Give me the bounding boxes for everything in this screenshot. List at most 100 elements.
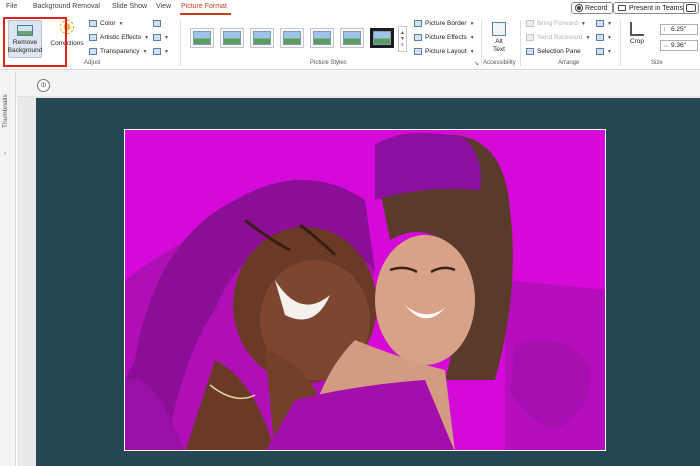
group-divider [481,20,482,66]
arrange-group-label: Arrange [558,60,580,66]
picture-layout-label: Picture Layout [425,48,467,55]
send-backward-label: Send Backward [537,34,583,41]
crop-label: Crop [629,38,645,45]
chevron-down-icon: ▼ [607,20,612,27]
picture-border-label: Picture Border [425,20,467,27]
adjust-group-label: Adjust [84,60,101,66]
size-group-label: Size [651,60,663,66]
transparency-button[interactable]: Transparency ▼ [89,48,147,55]
chevron-right-icon[interactable]: › [4,151,6,157]
reset-picture-icon [153,48,161,55]
reset-picture-button[interactable]: ▼ [153,48,169,55]
artistic-effects-button[interactable]: Artistic Effects ▼ [89,34,149,41]
width-icon: ↔ [663,42,669,49]
transparency-label: Transparency [100,48,140,55]
photo-two-women-laughing [125,130,605,450]
rotate-icon [596,48,604,55]
align-button[interactable]: ▼ [596,20,612,27]
chevron-down-icon: ▼ [585,34,591,41]
tab-background-removal[interactable]: Background Removal [33,3,100,10]
chevron-down-icon: ▼ [580,20,586,27]
rotate-button[interactable]: ▼ [596,48,612,55]
crop-button[interactable]: Crop [626,22,648,46]
picture-style-3[interactable] [250,28,274,48]
chevron-down-icon: ▼ [142,48,148,55]
gallery-scroll[interactable]: ▲ ▼ ≡ [398,26,407,52]
accessibility-group-label: Accessibility [483,60,516,66]
active-tab-indicator [180,13,231,15]
comment-icon [686,4,696,12]
picture-effects-icon [414,34,422,41]
chevron-down-icon: ▼ [607,34,612,41]
dialog-launcher-icon[interactable]: ↘ [474,60,479,67]
comments-button[interactable] [683,2,699,14]
picture-styles-group-label: Picture Styles [310,60,347,66]
thumbnails-rail[interactable]: › [0,71,16,466]
picture-effects-label: Picture Effects [425,34,467,41]
secondary-bar [0,71,700,97]
artistic-effects-label: Artistic Effects [100,34,142,41]
picture-style-6[interactable] [340,28,364,48]
thumbnails-label: Thumbnails [2,94,9,128]
bring-forward-icon [526,20,534,27]
record-icon [576,5,582,11]
accessibility-checker-icon[interactable]: ⦶ [37,79,50,92]
height-field[interactable]: ↕ 6.25" [660,24,698,35]
ribbon-tab-bar: File Background Removal Slide Show View … [0,0,700,16]
width-value: 9.36" [671,42,686,49]
color-icon [89,20,97,27]
picture-effects-button[interactable]: Picture Effects ▼ [414,34,475,41]
width-field[interactable]: ↔ 9.36" [660,40,698,51]
group-divider [520,20,521,66]
group-button[interactable]: ▼ [596,34,612,41]
group-divider [180,20,181,66]
selected-picture[interactable] [124,129,606,451]
record-button[interactable]: Record [571,2,613,14]
picture-style-2[interactable] [220,28,244,48]
bring-forward-label: Bring Forward [537,20,578,27]
present-label: Present in Teams [629,4,683,12]
color-label: Color [100,20,116,27]
tab-picture-format[interactable]: Picture Format [181,3,227,10]
chevron-down-icon: ▼ [144,34,150,41]
group-divider [620,20,621,66]
change-picture-icon [153,34,161,41]
tab-slide-show[interactable]: Slide Show [112,3,147,10]
chevron-down-icon: ▼ [607,48,612,55]
picture-style-7[interactable] [370,28,394,48]
picture-border-icon [414,20,422,27]
crop-icon [630,22,644,36]
chevron-down-icon: ▼ [164,34,169,41]
picture-border-button[interactable]: Picture Border ▼ [414,20,475,27]
chevron-down-icon: ▼ [469,48,475,55]
tab-view[interactable]: View [156,3,171,10]
send-backward-icon [526,34,534,41]
group-icon [596,34,604,41]
remove-background-highlight [3,17,67,67]
selection-pane-label: Selection Pane [537,48,581,55]
teams-icon [618,5,626,11]
alt-text-icon [492,22,506,36]
chevron-down-icon: ▼ [469,34,475,41]
bring-forward-button[interactable]: Bring Forward ▼ [526,20,586,27]
height-value: 6.25" [671,26,686,33]
chevron-down-icon: ▼ [118,20,124,27]
picture-style-5[interactable] [310,28,334,48]
selection-pane-icon [526,48,534,55]
selection-pane-button[interactable]: Selection Pane [526,48,581,55]
picture-style-4[interactable] [280,28,304,48]
alt-text-button[interactable]: Alt Text [489,22,509,54]
picture-style-1[interactable] [190,28,214,48]
ribbon: Remove Background Corrections Color ▼ Ar… [0,16,700,70]
transparency-icon [89,48,97,55]
send-backward-button[interactable]: Send Backward ▼ [526,34,590,41]
record-label: Record [585,4,608,12]
change-picture-button[interactable]: ▼ [153,34,169,41]
compress-pictures-button[interactable] [153,20,161,27]
color-button[interactable]: Color ▼ [89,20,124,27]
tab-file[interactable]: File [6,3,17,10]
align-icon [596,20,604,27]
present-in-teams-button[interactable]: Present in Teams [613,2,688,14]
chevron-down-icon: ▼ [469,20,475,27]
picture-layout-button[interactable]: Picture Layout ▼ [414,48,475,55]
